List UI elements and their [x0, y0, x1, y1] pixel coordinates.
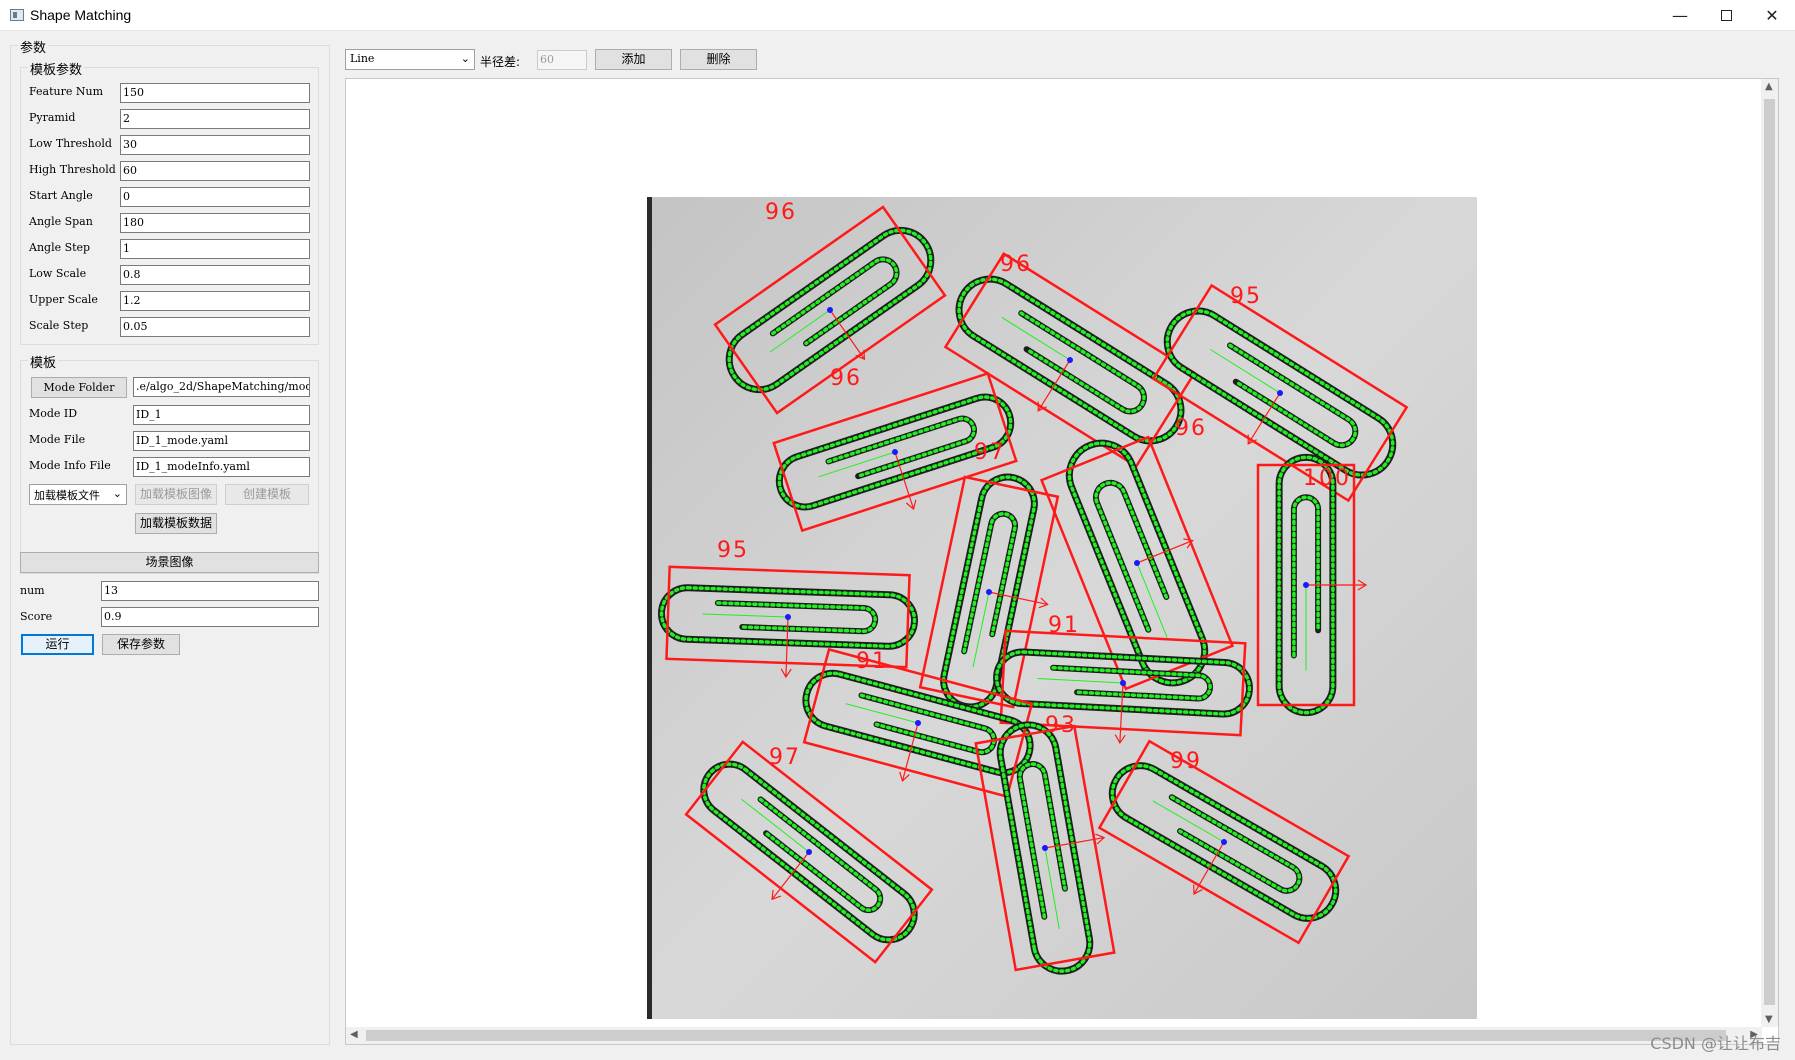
match-score-label: 95: [717, 538, 749, 563]
load-template-data-button[interactable]: 加载模板数据: [135, 513, 217, 534]
title-bar: Shape Matching — ✕: [0, 0, 1795, 31]
match-score-label: 91: [856, 649, 888, 674]
delete-button[interactable]: 删除: [680, 49, 757, 70]
param-label: Angle Span: [29, 215, 93, 228]
param-label: Low Threshold: [29, 137, 112, 150]
param-label: Start Angle: [29, 189, 93, 202]
shape-type-select[interactable]: Line ⌄: [345, 49, 475, 70]
load-template-select-value: 加载模板文件: [34, 489, 100, 502]
watermark: CSDN @让让布吉: [1650, 1034, 1781, 1053]
param-field[interactable]: 1.2: [120, 291, 310, 311]
match-score-label: 93: [1045, 713, 1077, 738]
scene-image: 96 96 95 96 97 96 100 95 91 91 97 99 93: [647, 197, 1477, 1019]
match-center: [1303, 582, 1309, 588]
mode-folder-field[interactable]: .e/algo_2d/ShapeMatching/mode: [133, 377, 310, 397]
maximize-icon[interactable]: [1703, 0, 1749, 31]
mode-info-field[interactable]: ID_1_modeInfo.yaml: [133, 457, 310, 477]
match-score-label: 96: [1175, 416, 1207, 441]
radius-diff-field[interactable]: 60: [537, 50, 587, 70]
match-score-label: 96: [830, 366, 862, 391]
param-field[interactable]: 30: [120, 135, 310, 155]
num-label: num: [20, 584, 45, 597]
param-label: Angle Step: [29, 241, 91, 254]
window-title: Shape Matching: [30, 7, 132, 23]
param-field[interactable]: 0.8: [120, 265, 310, 285]
vertical-scrollbar[interactable]: ▲ ▼: [1761, 79, 1778, 1027]
scroll-left-icon[interactable]: ◀: [350, 1029, 358, 1040]
param-label: Pyramid: [29, 111, 76, 124]
load-template-image-button[interactable]: 加载模板图像: [135, 484, 217, 505]
mode-file-label: Mode File: [29, 433, 86, 446]
horizontal-scrollbar[interactable]: ◀ ▶: [346, 1027, 1762, 1044]
mode-file-field[interactable]: ID_1_mode.yaml: [133, 431, 310, 451]
scene-left-edge: [647, 197, 652, 1019]
score-label: Score: [20, 610, 53, 623]
match-score-label: 97: [974, 440, 1006, 465]
save-params-button[interactable]: 保存参数: [102, 634, 180, 655]
client-area: 参数 模板参数 Feature Num 150 Pyramid 2 Low Thresh…: [0, 31, 1795, 1060]
chevron-down-icon: ⌄: [460, 52, 470, 65]
mode-id-label: Mode ID: [29, 407, 78, 420]
run-button[interactable]: 运行: [21, 634, 94, 655]
mode-folder-button[interactable]: Mode Folder: [31, 377, 127, 398]
shape-type-select-value: Line: [350, 52, 375, 65]
param-field[interactable]: 60: [120, 161, 310, 181]
param-field[interactable]: 1: [120, 239, 310, 259]
mode-id-field[interactable]: ID_1: [133, 405, 310, 425]
match-score-label: 96: [1000, 252, 1032, 277]
param-label: Low Scale: [29, 267, 87, 280]
template-params-title: 模板参数: [28, 59, 85, 78]
match-score-label: 95: [1230, 284, 1262, 309]
match-score-label: 91: [1048, 613, 1080, 638]
scroll-up-icon[interactable]: ▲: [1765, 81, 1773, 92]
load-template-select[interactable]: 加载模板文件 ⌄: [29, 484, 127, 505]
scene-image-button[interactable]: 场景图像: [20, 552, 319, 573]
param-label: Scale Step: [29, 319, 89, 332]
param-label: Upper Scale: [29, 293, 98, 306]
radius-diff-label: 半径差:: [480, 55, 521, 69]
param-field[interactable]: 180: [120, 213, 310, 233]
create-template-button[interactable]: 创建模板: [225, 484, 309, 505]
horizontal-scroll-thumb[interactable]: [366, 1030, 1726, 1041]
score-field[interactable]: 0.9: [101, 607, 319, 627]
close-icon[interactable]: ✕: [1749, 0, 1795, 31]
vertical-scroll-thumb[interactable]: [1764, 99, 1775, 1005]
image-viewer[interactable]: 96 96 95 96 97 96 100 95 91 91 97 99 93 ▲ ▼ ◀ ▶: [345, 78, 1779, 1045]
param-field[interactable]: 2: [120, 109, 310, 129]
param-field[interactable]: 0.05: [120, 317, 310, 337]
num-field[interactable]: 13: [101, 581, 319, 601]
param-label: Feature Num: [29, 85, 104, 98]
mode-info-label: Mode Info File: [29, 459, 111, 472]
match-score-label: 96: [765, 200, 797, 225]
match-score-label: 100: [1303, 466, 1351, 491]
template-group-title: 模板: [28, 352, 59, 371]
match-score-label: 99: [1170, 749, 1202, 774]
app-icon: [10, 9, 24, 21]
param-field[interactable]: 150: [120, 83, 310, 103]
scroll-down-icon[interactable]: ▼: [1765, 1014, 1773, 1025]
match-score-label: 97: [769, 745, 801, 770]
param-field[interactable]: 0: [120, 187, 310, 207]
minimize-icon[interactable]: —: [1657, 0, 1703, 31]
add-button[interactable]: 添加: [595, 49, 672, 70]
chevron-down-icon: ⌄: [112, 487, 122, 500]
param-label: High Threshold: [29, 163, 116, 176]
params-group-title: 参数: [18, 37, 49, 56]
